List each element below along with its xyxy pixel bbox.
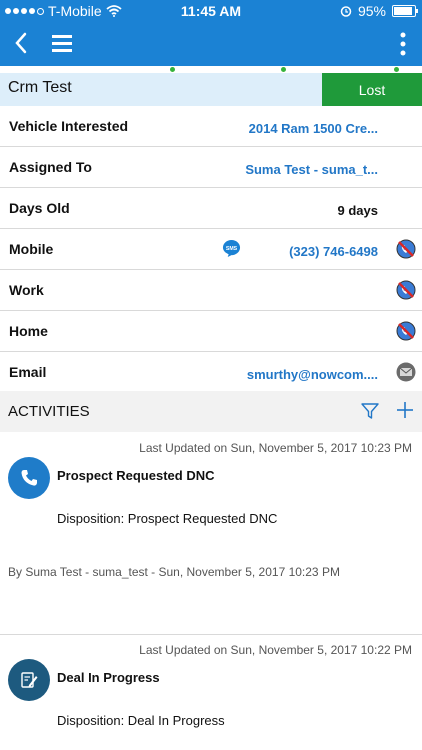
field-label: Assigned To [9, 159, 92, 175]
days-old-value: 9 days [337, 203, 378, 218]
assigned-to-link[interactable]: Suma Test - suma_t... [245, 162, 378, 177]
lead-header: Crm Test Lost [0, 73, 422, 106]
lead-status-button[interactable]: Lost [322, 73, 422, 106]
activities-title: ACTIVITIES [8, 403, 90, 420]
call-blocked-icon[interactable] [396, 280, 416, 300]
row-assigned-to[interactable]: Assigned To Suma Test - suma_t... [0, 147, 422, 188]
filter-icon[interactable] [360, 401, 380, 421]
call-blocked-icon[interactable] [396, 239, 416, 259]
add-activity-icon[interactable] [396, 401, 414, 419]
activity-author: By Suma Test - suma_test - Sun, November… [8, 565, 340, 579]
last-updated: Last Updated on Sun, November 5, 2017 10… [139, 441, 412, 455]
lead-name: Crm Test [8, 79, 72, 96]
activity-item[interactable]: Last Updated on Sun, November 5, 2017 10… [0, 432, 422, 634]
back-icon[interactable] [10, 28, 34, 58]
row-vehicle-interested[interactable]: Vehicle Interested 2014 Ram 1500 Cre... [0, 106, 422, 147]
more-options-icon[interactable] [398, 30, 408, 58]
activity-disposition: Disposition: Prospect Requested DNC [57, 511, 278, 526]
row-work: Work [0, 270, 422, 311]
activity-disposition: Disposition: Deal In Progress [57, 713, 225, 728]
mobile-number-link[interactable]: (323) 746-6498 [289, 244, 378, 259]
row-days-old: Days Old 9 days [0, 188, 422, 229]
row-mobile: Mobile SMS (323) 746-6498 [0, 229, 422, 270]
hamburger-menu-icon[interactable] [50, 31, 74, 55]
vehicle-link[interactable]: 2014 Ram 1500 Cre... [249, 121, 378, 136]
field-label: Mobile [9, 241, 54, 257]
stage-dot [170, 67, 175, 72]
lead-details: Vehicle Interested 2014 Ram 1500 Cre... … [0, 106, 422, 392]
email-icon[interactable] [396, 362, 416, 382]
stage-dot [394, 67, 399, 72]
row-email: Email smurthy@nowcom.... [0, 352, 422, 392]
status-right: 95% [340, 3, 418, 19]
field-label: Email [9, 364, 47, 380]
last-updated: Last Updated on Sun, November 5, 2017 10… [139, 643, 412, 657]
alarm-icon [340, 6, 352, 17]
email-link[interactable]: smurthy@nowcom.... [247, 367, 378, 382]
status-bar: T-Mobile 11:45 AM 95% [0, 0, 422, 22]
call-blocked-icon[interactable] [396, 321, 416, 341]
row-home: Home [0, 311, 422, 352]
field-label: Vehicle Interested [9, 118, 129, 134]
svg-text:SMS: SMS [226, 246, 238, 252]
sms-icon[interactable]: SMS [222, 239, 241, 258]
phone-icon [8, 457, 50, 499]
nav-bar [0, 22, 422, 66]
activity-heading: Deal In Progress [57, 670, 160, 685]
battery-icon [392, 5, 418, 17]
stage-dot [281, 67, 286, 72]
activity-item[interactable]: Last Updated on Sun, November 5, 2017 10… [0, 635, 422, 750]
activity-heading: Prospect Requested DNC [57, 468, 215, 483]
activities-header: ACTIVITIES [0, 391, 422, 432]
field-label: Home [9, 323, 48, 339]
field-label: Work [9, 282, 44, 298]
field-label: Days Old [9, 200, 70, 216]
battery-percent: 95% [357, 3, 386, 19]
note-icon [8, 659, 50, 701]
